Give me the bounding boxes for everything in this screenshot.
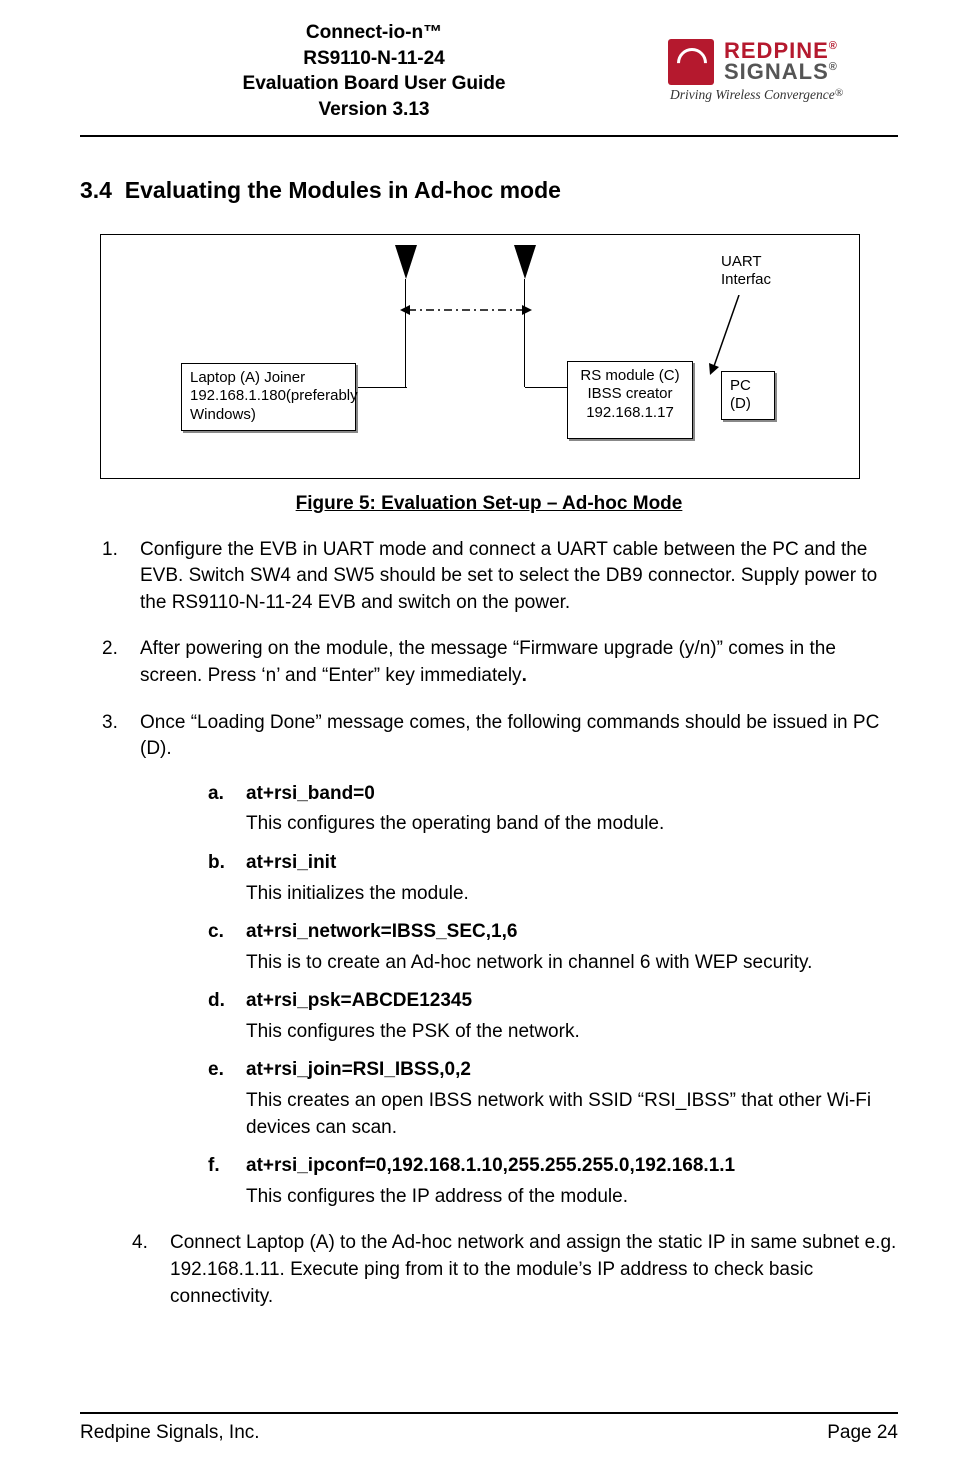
substep-c: at+rsi_network=IBSS_SEC,1,6 This is to c… (208, 919, 898, 976)
cmd-f: at+rsi_ipconf=0,192.168.1.10,255.255.255… (246, 1153, 898, 1180)
header-title-block: Connect-io-n™ RS9110-N-11-24 Evaluation … (80, 20, 668, 123)
antenna-right-icon (514, 245, 536, 279)
section-number: 3.4 (80, 177, 112, 203)
desc-b: This initializes the module. (246, 881, 898, 908)
pc-label-line1: PC (730, 377, 751, 394)
uart-label: UART Interfac (721, 253, 771, 291)
redpine-logo: REDPINE® SIGNALS® Driving Wireless Conve… (668, 39, 898, 103)
wireless-link-arrow-icon (400, 303, 532, 317)
antenna-right-stem (524, 279, 525, 387)
uart-label-line2: Interfac (721, 271, 771, 288)
uart-pointer-arrow-icon (705, 295, 745, 375)
desc-e: This creates an open IBSS network with S… (246, 1088, 898, 1141)
footer-page-number: Page 24 (827, 1422, 898, 1444)
desc-d: This configures the PSK of the network. (246, 1019, 898, 1046)
cmd-c: at+rsi_network=IBSS_SEC,1,6 (246, 919, 898, 946)
substep-a: at+rsi_band=0 This configures the operat… (208, 781, 898, 838)
step-1: Configure the EVB in UART mode and conne… (102, 537, 898, 617)
substep-f: at+rsi_ipconf=0,192.168.1.10,255.255.255… (208, 1153, 898, 1210)
footer-company: Redpine Signals, Inc. (80, 1422, 260, 1444)
figure-caption: Figure 5: Evaluation Set-up – Ad-hoc Mod… (80, 493, 898, 515)
header-line1: Connect-io-n™ (80, 20, 668, 46)
header-line4: Version 3.13 (80, 97, 668, 123)
substep-e: at+rsi_join=RSI_IBSS,0,2 This creates an… (208, 1057, 898, 1141)
logo-mark-icon (668, 39, 714, 85)
step-3: Once “Loading Done” message comes, the f… (102, 710, 898, 1211)
cmd-d: at+rsi_psk=ABCDE12345 (246, 988, 898, 1015)
desc-a: This configures the operating band of th… (246, 811, 898, 838)
step-4: Connect Laptop (A) to the Ad-hoc network… (132, 1230, 898, 1310)
substep-b: at+rsi_init This initializes the module. (208, 850, 898, 907)
step-2: After powering on the module, the messag… (102, 636, 898, 689)
command-sublist: at+rsi_band=0 This configures the operat… (208, 781, 898, 1211)
desc-c: This is to create an Ad-hoc network in c… (246, 950, 898, 977)
section-title: Evaluating the Modules in Ad-hoc mode (125, 177, 561, 203)
logo-tagline: Driving Wireless Convergence® (670, 87, 843, 103)
pc-label-line2: (D) (730, 395, 751, 412)
uart-label-line1: UART (721, 253, 762, 270)
page: Connect-io-n™ RS9110-N-11-24 Evaluation … (0, 0, 978, 1484)
logo-text: REDPINE® SIGNALS® (724, 41, 838, 83)
pc-box: PC (D) (721, 371, 775, 421)
section-heading: 3.4 Evaluating the Modules in Ad-hoc mod… (80, 177, 898, 204)
substep-d: at+rsi_psk=ABCDE12345 This configures th… (208, 988, 898, 1045)
cmd-e: at+rsi_join=RSI_IBSS,0,2 (246, 1057, 898, 1084)
desc-f: This configures the IP address of the mo… (246, 1184, 898, 1211)
antenna-left-icon (395, 245, 417, 279)
cmd-b: at+rsi_init (246, 850, 898, 877)
step-list: Configure the EVB in UART mode and conne… (80, 537, 898, 1311)
page-footer: Redpine Signals, Inc. Page 24 (80, 1412, 898, 1444)
header-line2: RS9110-N-11-24 (80, 46, 668, 72)
link-laptop-line (355, 387, 407, 388)
laptop-box: Laptop (A) Joiner 192.168.1.180(preferab… (181, 363, 356, 431)
header-line3: Evaluation Board User Guide (80, 71, 668, 97)
rs-module-box: RS module (C) IBSS creator 192.168.1.17 (567, 361, 693, 439)
page-header: Connect-io-n™ RS9110-N-11-24 Evaluation … (80, 0, 898, 137)
logo-top-row: REDPINE® SIGNALS® (668, 39, 838, 85)
figure-diagram: Laptop (A) Joiner 192.168.1.180(preferab… (100, 234, 860, 479)
antenna-left-stem (405, 279, 406, 387)
cmd-a: at+rsi_band=0 (246, 781, 898, 808)
link-rs-line (525, 387, 567, 388)
logo-line2: SIGNALS® (724, 62, 838, 83)
